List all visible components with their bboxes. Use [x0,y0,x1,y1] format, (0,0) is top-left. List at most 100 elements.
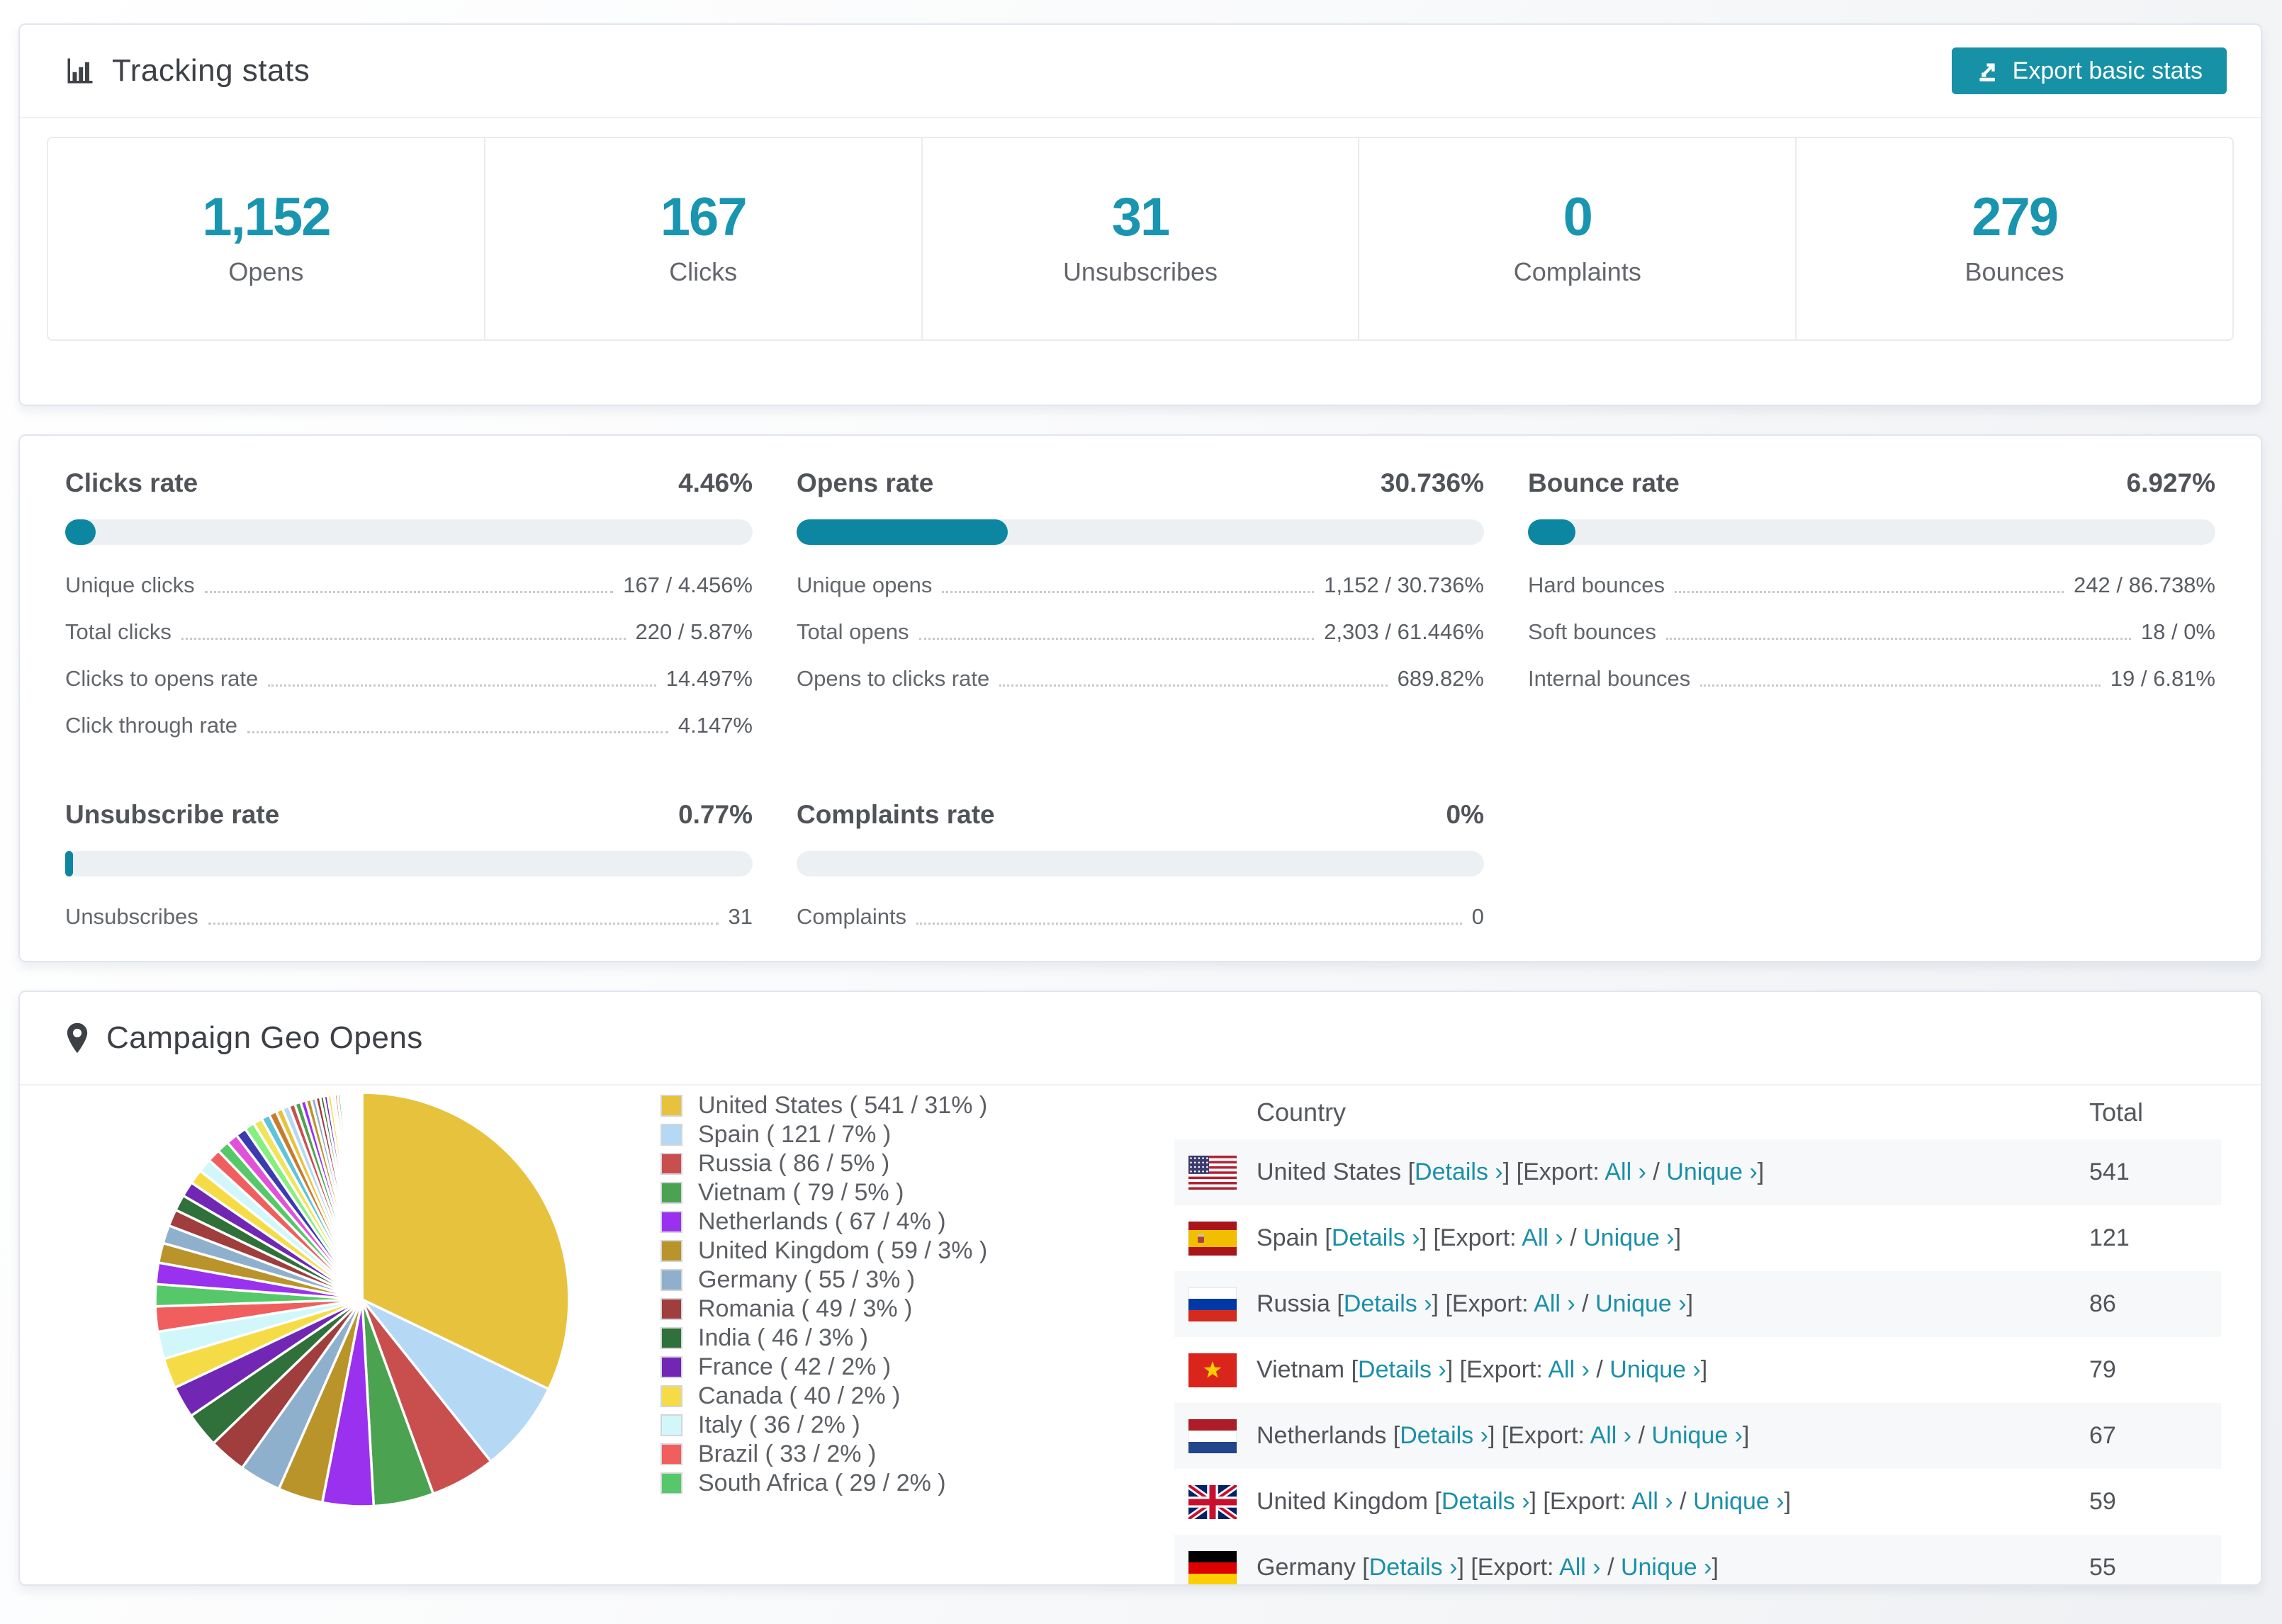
geo-total-cell: 79 [2089,1356,2116,1383]
rate-value: 0% [1446,800,1484,829]
stat-label-unsubscribes: Unsubscribes [1062,257,1218,286]
export-all-link-germany[interactable]: All › [1559,1554,1601,1581]
rate-row-value: 0 [1471,904,1484,929]
legend-item-germany[interactable]: Germany ( 55 / 3% ) [661,1265,987,1295]
legend-item-vietnam[interactable]: Vietnam ( 79 / 5% ) [661,1178,987,1207]
geo-table-row-united-kingdom: United Kingdom [Details ›] [Export: All … [1174,1469,2221,1535]
legend-label-canada: Canada ( 40 / 2% ) [698,1382,901,1409]
bar-chart-icon [65,56,95,86]
rate-row-label: Click through rate [65,713,237,738]
punct: ] [1743,1422,1750,1449]
rate-title: Bounce rate [1528,468,1680,497]
geo-total-cell: 55 [2089,1554,2116,1581]
rate-head-complaints-rate: Complaints rate 0% [797,800,1484,830]
legend-item-netherlands[interactable]: Netherlands ( 67 / 4% ) [661,1207,987,1236]
page: Tracking stats Export basic stats 1,152 O… [0,0,2282,1624]
legend-label-brazil: Brazil ( 33 / 2% ) [698,1440,877,1467]
export-all-link-united-states[interactable]: All › [1604,1158,1646,1185]
export-unique-link-united-kingdom[interactable]: Unique › [1693,1488,1784,1515]
legend-item-romania[interactable]: Romania ( 49 / 3% ) [661,1295,987,1324]
progress-bar-fill [65,851,73,876]
legend-item-brazil[interactable]: Brazil ( 33 / 2% ) [661,1440,987,1469]
export-unique-link-spain[interactable]: Unique › [1583,1224,1675,1251]
stat-label-clicks: Clicks [669,257,738,286]
rate-row-label: Total opens [797,619,909,645]
punct: [ [1427,1488,1441,1515]
export-all-link-vietnam[interactable]: All › [1548,1356,1590,1383]
progress-bar [65,851,753,876]
punct: / [1600,1554,1621,1581]
country-name: Netherlands [1257,1422,1387,1449]
rate-row-total-opens: Total opens 2,303 / 61.446% [797,609,1484,655]
punct: / [1563,1224,1584,1251]
punct: [ [1355,1554,1369,1581]
rate-row-label: Unique opens [797,573,933,598]
legend-item-united-kingdom[interactable]: United Kingdom ( 59 / 3% ) [661,1236,987,1265]
details-link-united-kingdom[interactable]: Details › [1441,1488,1530,1515]
pie-legend: United States ( 541 / 31% ) Spain ( 121 /… [661,1091,987,1498]
legend-label-south-africa: South Africa ( 29 / 2% ) [698,1470,946,1496]
legend-label-italy: Italy ( 36 / 2% ) [698,1411,860,1438]
dotted-leader [1675,591,2064,593]
legend-item-south-africa[interactable]: South Africa ( 29 / 2% ) [661,1469,987,1498]
legend-item-spain[interactable]: Spain ( 121 / 7% ) [661,1120,987,1149]
rate-title: Unsubscribe rate [65,800,280,829]
rate-value: 6.927% [2126,468,2216,497]
export-unique-link-united-states[interactable]: Unique › [1666,1158,1758,1185]
export-unique-link-russia[interactable]: Unique › [1595,1290,1687,1317]
details-link-united-states[interactable]: Details › [1415,1158,1503,1185]
legend-swatch-spain [661,1124,682,1146]
geo-country-cell: United Kingdom [Details ›] [Export: All … [1257,1488,2089,1516]
rate-row-value: 31 [728,904,753,929]
stat-value-opens: 1,152 [202,187,331,247]
rate-row-label: Clicks to opens rate [65,666,259,692]
rate-row-unique-clicks: Unique clicks 167 / 4.456% [65,562,753,609]
rate-row-label: Hard bounces [1528,573,1665,598]
geo-country-cell: Netherlands [Details ›] [Export: All › /… [1257,1422,2089,1450]
legend-label-united-kingdom: United Kingdom ( 59 / 3% ) [698,1237,988,1264]
geo-table-row-spain: Spain [Details ›] [Export: All › / Uniqu… [1174,1205,2221,1271]
punct: [ [1330,1290,1344,1317]
pie-slice-other[interactable] [360,1091,364,1301]
punct: [ [1344,1356,1359,1383]
details-link-vietnam[interactable]: Details › [1358,1356,1446,1383]
details-link-spain[interactable]: Details › [1332,1224,1420,1251]
rate-row-value: 220 / 5.87% [635,619,753,644]
geo-total-cell: 67 [2089,1422,2116,1449]
flag-icon-es [1188,1221,1237,1256]
details-link-germany[interactable]: Details › [1369,1554,1458,1581]
legend-item-india[interactable]: India ( 46 / 3% ) [661,1324,987,1353]
rate-block-bounce-rate: Bounce rate 6.927% Hard bounces 242 / 86.73… [1528,468,2215,749]
rate-row-label: Complaints [797,904,907,930]
export-unique-link-vietnam[interactable]: Unique › [1609,1356,1701,1383]
geo-table-row-russia: Russia [Details ›] [Export: All › / Uniq… [1174,1271,2221,1337]
legend-item-united-states[interactable]: United States ( 541 / 31% ) [661,1091,987,1120]
legend-item-france[interactable]: France ( 42 / 2% ) [661,1353,987,1382]
progress-bar [797,519,1484,545]
rate-head-unsubscribe-rate: Unsubscribe rate 0.77% [65,800,753,830]
rate-row-value: 2,303 / 61.446% [1324,619,1484,644]
dotted-leader [918,638,1315,640]
export-all-link-spain[interactable]: All › [1522,1224,1563,1251]
rates-grid: Clicks rate 4.46% Unique clicks 167 / 4.456… [20,436,2261,940]
details-link-russia[interactable]: Details › [1344,1290,1432,1317]
export-all-link-united-kingdom[interactable]: All › [1631,1488,1673,1515]
punct: [ [1401,1158,1415,1185]
export-unique-link-germany[interactable]: Unique › [1621,1554,1712,1581]
stat-value-complaints: 0 [1563,187,1593,247]
details-link-netherlands[interactable]: Details › [1400,1422,1488,1449]
geo-total-cell: 59 [2089,1488,2116,1515]
legend-item-canada[interactable]: Canada ( 40 / 2% ) [661,1382,987,1411]
export-basic-stats-button[interactable]: Export basic stats [1951,47,2227,94]
export-all-link-russia[interactable]: All › [1534,1290,1575,1317]
legend-item-italy[interactable]: Italy ( 36 / 2% ) [661,1411,987,1440]
campaign-geo-opens-card: Campaign Geo Opens United States ( 541 /… [18,991,2262,1586]
punct: ] [Export: [1529,1488,1632,1515]
legend-swatch-united-states [661,1095,682,1117]
export-all-link-netherlands[interactable]: All › [1590,1422,1632,1449]
legend-label-vietnam: Vietnam ( 79 / 5% ) [698,1179,904,1206]
legend-item-russia[interactable]: Russia ( 86 / 5% ) [661,1149,987,1178]
rate-value: 30.736% [1380,468,1484,497]
export-unique-link-netherlands[interactable]: Unique › [1651,1422,1743,1449]
rate-row-complaints: Complaints 0 [797,893,1484,940]
